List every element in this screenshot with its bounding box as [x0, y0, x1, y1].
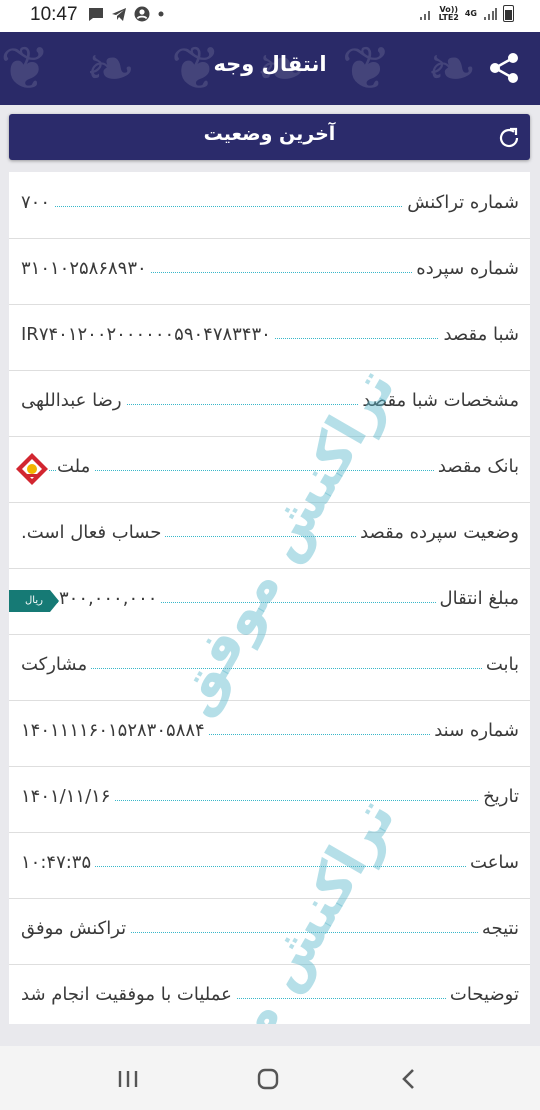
detail-label: مبلغ انتقال [435, 588, 519, 609]
home-icon[interactable] [253, 1064, 283, 1094]
status-time: 10:47 [30, 4, 78, 25]
detail-row-transaction-number: شماره تراکنش ۷۰۰ [9, 172, 530, 239]
message-icon [89, 7, 103, 21]
row-divider-dots [49, 800, 490, 801]
detail-value: ۳۱۰۱۰۲۵۸۶۸۹۳۰ [21, 258, 151, 279]
detail-label: تاریخ [479, 786, 519, 807]
detail-label: مشخصات شبا مقصد [358, 390, 519, 411]
detail-label: شماره سند [430, 720, 519, 741]
dot-icon [158, 11, 164, 17]
detail-label: ساعت [466, 852, 519, 873]
telegram-icon [112, 7, 126, 21]
signal-icon-2 [484, 7, 497, 20]
system-nav-bar [0, 1046, 540, 1110]
status-system-icons: Vo)) LTE2 4G [419, 5, 514, 22]
signal-icon [419, 10, 430, 20]
transaction-details: شماره تراکنش ۷۰۰ شماره سپرده ۳۱۰۱۰۲۵۸۶۸۹… [9, 172, 530, 1024]
detail-value: ۱۴۰۱۱۱۱۶۰۱۵۲۸۳۰۵۸۸۴ [21, 720, 209, 741]
detail-row-destination-status: وضعیت سپرده مقصد حساب فعال است. [9, 502, 530, 569]
detail-row-destination-bank: بانک مقصد ملت [9, 436, 530, 503]
app-header: ❦ ❧ ❦ ❧ ❦ ❧ انتقال وجه [0, 32, 540, 105]
status-notification-icons [88, 6, 165, 22]
row-divider-dots [49, 470, 490, 471]
share-icon[interactable] [486, 50, 522, 86]
detail-label: شماره تراکنش [403, 192, 519, 213]
detail-row-iban-owner: مشخصات شبا مقصد رضا عبداللهی [9, 370, 530, 437]
row-divider-dots [49, 668, 490, 669]
page-title: انتقال وجه [213, 52, 327, 76]
detail-row-result: نتیجه تراکنش موفق [9, 898, 530, 965]
back-icon[interactable] [394, 1064, 424, 1094]
detail-label: شماره سپرده [412, 258, 519, 279]
detail-label: بانک مقصد [433, 456, 519, 477]
bank-mellat-logo-icon [16, 453, 48, 485]
detail-label: بابت [481, 654, 519, 675]
currency-badge: ریال [9, 590, 59, 612]
row-divider-dots [49, 866, 490, 867]
detail-row-description: توضیحات عملیات با موفقیت انجام شد [9, 964, 530, 1024]
detail-row-reason: بابت مشارکت [9, 634, 530, 701]
detail-value: عملیات با موفقیت انجام شد [21, 984, 236, 1005]
volte-label: Vo)) LTE2 [438, 4, 459, 22]
network-4g-label: 4G [464, 8, 477, 18]
detail-row-document-number: شماره سند ۱۴۰۱۱۱۱۶۰۱۵۲۸۳۰۵۸۸۴ [9, 700, 530, 767]
detail-value: ملت [57, 456, 95, 477]
detail-value: ۱۰:۴۷:۳۵ [21, 852, 96, 873]
last-status-label: آخرین وضعیت [203, 123, 336, 145]
detail-value: ۱۴۰۱/۱۱/۱۶ [21, 786, 115, 807]
detail-value: تراکنش موفق [21, 918, 131, 939]
last-status-bar[interactable]: آخرین وضعیت [9, 114, 530, 160]
detail-value: مشارکت [21, 654, 92, 675]
detail-value: IR۷۴۰۱۲۰۰۲۰۰۰۰۰۰۵۹۰۴۷۸۳۴۳۰ [21, 324, 275, 345]
status-bar: 10:47 Vo)) LTE2 4G [0, 0, 540, 32]
refresh-icon[interactable] [496, 125, 522, 151]
detail-row-date: تاریخ ۱۴۰۱/۱۱/۱۶ [9, 766, 530, 833]
detail-row-destination-iban: شبا مقصد IR۷۴۰۱۲۰۰۲۰۰۰۰۰۰۵۹۰۴۷۸۳۴۳۰ [9, 304, 530, 371]
detail-label: توضیحات [445, 984, 519, 1005]
detail-value: ۳۰۰,۰۰۰,۰۰۰ [59, 588, 162, 609]
detail-label: شبا مقصد [439, 324, 519, 345]
detail-value: رضا عبداللهی [21, 390, 126, 411]
detail-label: نتیجه [477, 918, 519, 939]
account-icon [134, 6, 150, 22]
detail-value: حساب فعال است. [21, 522, 166, 543]
battery-icon [503, 5, 514, 22]
detail-label: وضعیت سپرده مقصد [356, 522, 519, 543]
detail-row-transfer-amount: مبلغ انتقال ۳۰۰,۰۰۰,۰۰۰ ریال [9, 568, 530, 635]
recent-apps-icon[interactable] [113, 1064, 143, 1094]
detail-row-deposit-number: شماره سپرده ۳۱۰۱۰۲۵۸۶۸۹۳۰ [9, 238, 530, 305]
detail-row-time: ساعت ۱۰:۴۷:۳۵ [9, 832, 530, 899]
detail-value: ۷۰۰ [21, 192, 55, 213]
